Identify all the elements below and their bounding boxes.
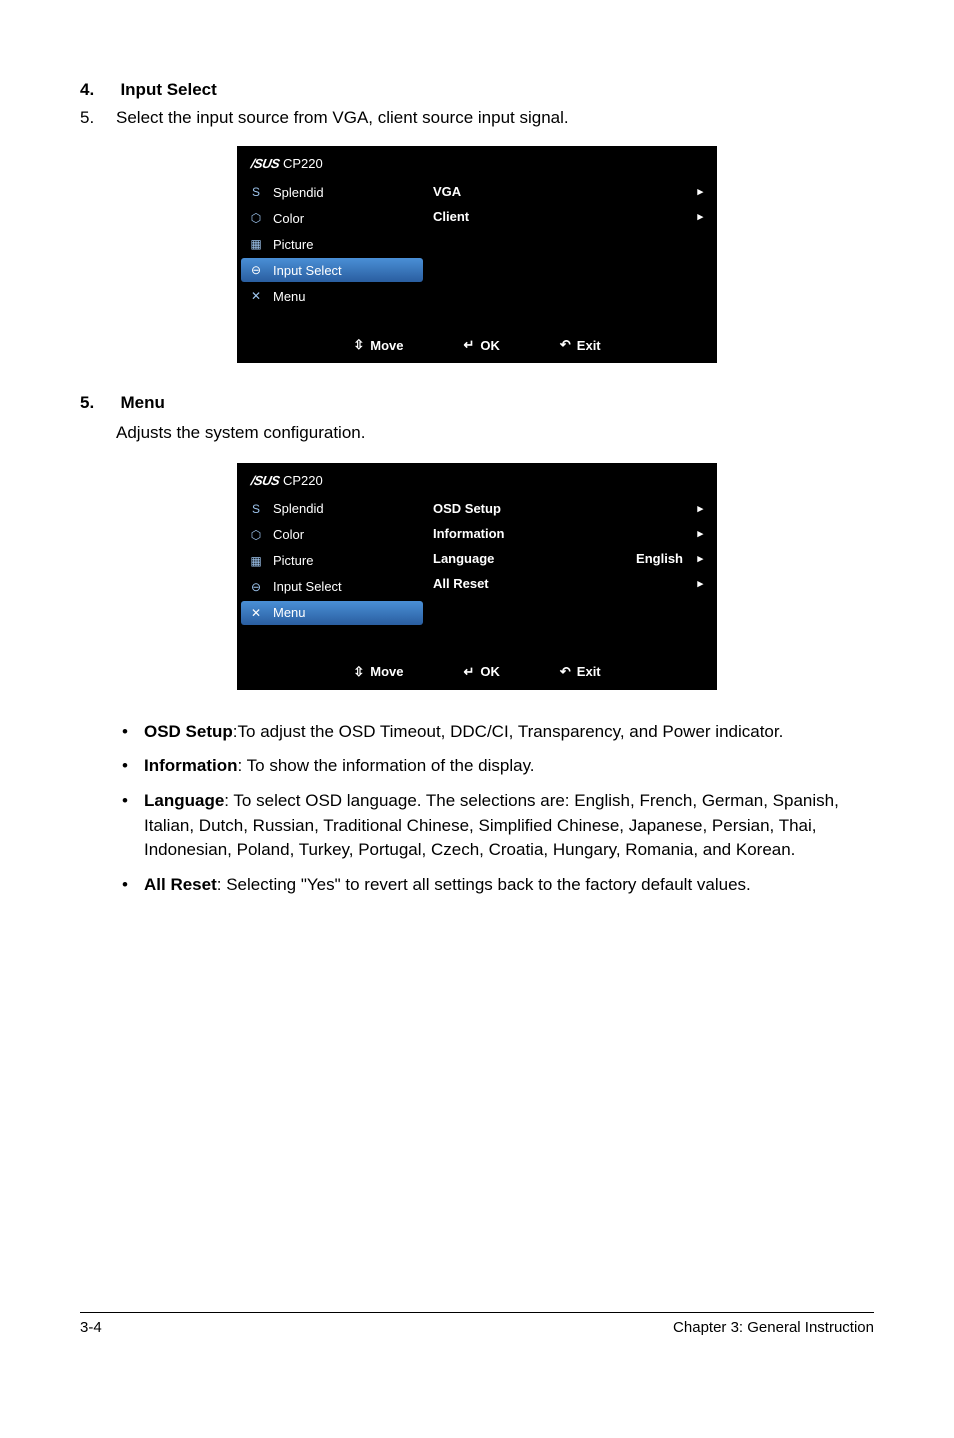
osd2-ok-hint: ↵OK bbox=[463, 664, 499, 680]
ok-icon: ↵ bbox=[463, 664, 474, 680]
step5-number: 5. bbox=[80, 108, 116, 128]
osd2-menu-menu-label: Menu bbox=[273, 605, 417, 620]
bullet-language: Language: To select OSD language. The se… bbox=[116, 789, 864, 863]
section5-number: 5. bbox=[80, 393, 116, 413]
osd1-menu-picture-label: Picture bbox=[273, 237, 417, 252]
picture-icon: ▦ bbox=[247, 553, 265, 569]
input-icon: ⊖ bbox=[247, 579, 265, 595]
step5-text: Select the input source from VGA, client… bbox=[116, 108, 569, 127]
osd2-menu-menu[interactable]: ✕ Menu bbox=[241, 601, 423, 625]
osd1-option-vga[interactable]: VGA▸ bbox=[433, 179, 703, 204]
ok-icon: ↵ bbox=[463, 337, 474, 353]
osd2-menu-picture[interactable]: ▦ Picture bbox=[237, 548, 427, 574]
osd2-option-all-reset[interactable]: All Reset▸ bbox=[433, 571, 703, 596]
exit-icon: ↶ bbox=[560, 337, 571, 353]
section4-title: Input Select bbox=[120, 80, 216, 99]
color-icon: ⬡ bbox=[247, 210, 265, 226]
osd1-model: CP220 bbox=[283, 156, 323, 171]
osd2-all-reset-label: All Reset bbox=[433, 576, 693, 591]
osd2-menu-color-label: Color bbox=[273, 527, 417, 542]
osd2-option-osd-setup[interactable]: OSD Setup▸ bbox=[433, 496, 703, 521]
bullet-all-reset-label: All Reset bbox=[144, 875, 217, 894]
osd1-menu-input-select[interactable]: ⊖ Input Select bbox=[241, 258, 423, 282]
splendid-icon: S bbox=[247, 184, 265, 200]
menu-bullets: OSD Setup:To adjust the OSD Timeout, DDC… bbox=[116, 720, 874, 898]
osd2-language-label: Language bbox=[433, 551, 636, 566]
osd1-sidebar: SSplendid ⬡Color ▦Picture ⊖Input Select … bbox=[237, 179, 427, 329]
osd1-vga-label: VGA bbox=[433, 184, 693, 199]
osd1-menu-menu[interactable]: ✕ Menu bbox=[237, 283, 427, 309]
osd1-footer: ⇳Move ↵OK ↶Exit bbox=[237, 329, 717, 363]
menu-icon: ✕ bbox=[247, 605, 265, 621]
chapter-label: Chapter 3: General Instruction bbox=[673, 1319, 874, 1336]
osd2-sidebar: SSplendid ⬡Color ▦Picture ⊖Input Select … bbox=[237, 496, 427, 656]
osd1-menu-color-label: Color bbox=[273, 211, 417, 226]
chevron-right-icon: ▸ bbox=[693, 210, 703, 223]
osd1-menu-picture[interactable]: ▦ Picture bbox=[237, 231, 427, 257]
bullet-osd-setup-label: OSD Setup bbox=[144, 722, 233, 741]
asus-logo: /SUS bbox=[250, 473, 281, 488]
input-icon: ⊖ bbox=[247, 262, 265, 278]
osd1-menu-splendid-label: Splendid bbox=[273, 185, 417, 200]
bullet-osd-setup-text: :To adjust the OSD Timeout, DDC/CI, Tran… bbox=[233, 722, 784, 741]
osd1-exit-hint: ↶Exit bbox=[560, 337, 601, 353]
chevron-right-icon: ▸ bbox=[693, 185, 703, 198]
osd1-option-client[interactable]: Client▸ bbox=[433, 204, 703, 229]
color-icon: ⬡ bbox=[247, 527, 265, 543]
osd1-ok-hint: ↵OK bbox=[463, 337, 499, 353]
osd2-model: CP220 bbox=[283, 473, 323, 488]
page-footer: 3-4 Chapter 3: General Instruction bbox=[80, 1312, 874, 1336]
osd1-menu-color[interactable]: ⬡ Color bbox=[237, 205, 427, 231]
chevron-right-icon: ▸ bbox=[693, 552, 703, 565]
splendid-icon: S bbox=[247, 501, 265, 517]
move-icon: ⇳ bbox=[353, 337, 364, 353]
bullet-language-label: Language bbox=[144, 791, 224, 810]
osd2-option-language[interactable]: LanguageEnglish▸ bbox=[433, 546, 703, 571]
section5-title: Menu bbox=[120, 393, 164, 412]
osd2-menu-splendid-label: Splendid bbox=[273, 501, 417, 516]
osd2-header: /SUS CP220 bbox=[237, 463, 717, 496]
picture-icon: ▦ bbox=[247, 236, 265, 252]
bullet-language-text: : To select OSD language. The selections… bbox=[144, 791, 839, 859]
osd2-menu-color[interactable]: ⬡ Color bbox=[237, 522, 427, 548]
osd2-osd-setup-label: OSD Setup bbox=[433, 501, 693, 516]
osd2-exit-hint: ↶Exit bbox=[560, 664, 601, 680]
osd2-option-information[interactable]: Information▸ bbox=[433, 521, 703, 546]
move-icon: ⇳ bbox=[353, 664, 364, 680]
chevron-right-icon: ▸ bbox=[693, 502, 703, 515]
bullet-osd-setup: OSD Setup:To adjust the OSD Timeout, DDC… bbox=[116, 720, 864, 745]
menu-icon: ✕ bbox=[247, 288, 265, 304]
osd2-language-value: English bbox=[636, 551, 693, 566]
osd1-client-label: Client bbox=[433, 209, 693, 224]
osd2-footer: ⇳Move ↵OK ↶Exit bbox=[237, 656, 717, 690]
osd1-menu-splendid[interactable]: S Splendid bbox=[237, 179, 427, 205]
section5-intro: Adjusts the system configuration. bbox=[116, 421, 874, 445]
osd-figure-input-select: /SUS CP220 S Splendid ⬡ Color ▦ Picture ⊖ In… bbox=[80, 146, 874, 363]
bullet-information: Information: To show the information of … bbox=[116, 754, 864, 779]
bullet-all-reset: All Reset: Selecting "Yes" to revert all… bbox=[116, 873, 864, 898]
chevron-right-icon: ▸ bbox=[693, 527, 703, 540]
bullet-information-label: Information bbox=[144, 756, 238, 775]
osd2-information-label: Information bbox=[433, 526, 693, 541]
osd2-menu-input-select[interactable]: ⊖ Input Select bbox=[237, 574, 427, 600]
section4-number: 4. bbox=[80, 80, 116, 100]
osd2-menu-input-select-label: Input Select bbox=[273, 579, 417, 594]
osd1-menu-menu-label: Menu bbox=[273, 289, 417, 304]
exit-icon: ↶ bbox=[560, 664, 571, 680]
osd1-header: /SUS CP220 bbox=[237, 146, 717, 179]
asus-logo: /SUS bbox=[250, 156, 281, 171]
osd2-menu-splendid[interactable]: S Splendid bbox=[237, 496, 427, 522]
osd-figure-menu: /SUS CP220 S Splendid ⬡ Color ▦ Picture ⊖ In… bbox=[80, 463, 874, 690]
osd1-menu-input-select-label: Input Select bbox=[273, 263, 417, 278]
osd2-move-hint: ⇳Move bbox=[353, 664, 403, 680]
osd2-menu-picture-label: Picture bbox=[273, 553, 417, 568]
page-number: 3-4 bbox=[80, 1319, 102, 1336]
chevron-right-icon: ▸ bbox=[693, 577, 703, 590]
bullet-information-text: : To show the information of the display… bbox=[238, 756, 535, 775]
bullet-all-reset-text: : Selecting "Yes" to revert all settings… bbox=[217, 875, 751, 894]
osd1-move-hint: ⇳Move bbox=[353, 337, 403, 353]
